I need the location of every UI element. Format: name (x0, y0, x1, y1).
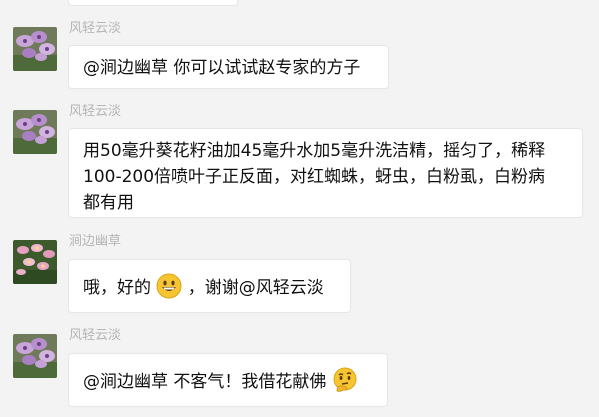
message-bubble[interactable]: 用50毫升葵花籽油加45毫升水加5毫升洗洁精，摇匀了，稀释 100-200倍喷叶… (68, 128, 583, 218)
chat-message-list: 风轻云淡 @涧边幽草 你可以试试赵专家的方子 风轻云淡 用50毫升葵花籽油加45… (0, 0, 599, 417)
previous-message-bubble (68, 0, 238, 6)
message-content: 哦，好的 ，谢谢@风轻云淡 (83, 273, 350, 301)
avatar-jianbianyoucao[interactable] (13, 240, 57, 284)
avatar-fengqingyundan[interactable] (13, 27, 57, 71)
message-content: @涧边幽草 不客气！我借花献佛 (83, 367, 387, 395)
sender-name: 涧边幽草 (69, 234, 122, 249)
sender-name: 风轻云淡 (69, 328, 122, 343)
grinning-face-icon (156, 273, 182, 299)
message-text: @涧边幽草 不客气！我借花献佛 (83, 372, 327, 392)
message-bubble[interactable]: @涧边幽草 不客气！我借花献佛 (68, 353, 388, 407)
message-bubble[interactable]: 哦，好的 ，谢谢@风轻云淡 (68, 259, 351, 313)
message-text: @涧边幽草 你可以试试赵专家的方子 (83, 58, 361, 78)
message-text: 哦，好的 (83, 278, 151, 298)
pink-flowers-avatar-image (13, 240, 57, 284)
avatar-fengqingyundan[interactable] (13, 334, 57, 378)
avatar-fengqingyundan[interactable] (13, 110, 57, 154)
message-text-line: 都有用 (83, 193, 134, 213)
message-text: ，谢谢@风轻云淡 (182, 278, 324, 298)
purple-flowers-avatar-image (13, 110, 57, 154)
sender-name: 风轻云淡 (69, 21, 122, 36)
thinking-face-icon (333, 367, 357, 392)
purple-flowers-avatar-image (13, 334, 57, 378)
sender-name: 风轻云淡 (69, 104, 122, 119)
message-bubble[interactable]: @涧边幽草 你可以试试赵专家的方子 (68, 45, 389, 89)
message-text-line: 100-200倍喷叶子正反面，对红蜘蛛，蚜虫，白粉虱，白粉病 (83, 167, 546, 187)
purple-flowers-avatar-image (13, 27, 57, 71)
message-text-line: 用50毫升葵花籽油加45毫升水加5毫升洗洁精，摇匀了，稀释 (83, 141, 546, 161)
